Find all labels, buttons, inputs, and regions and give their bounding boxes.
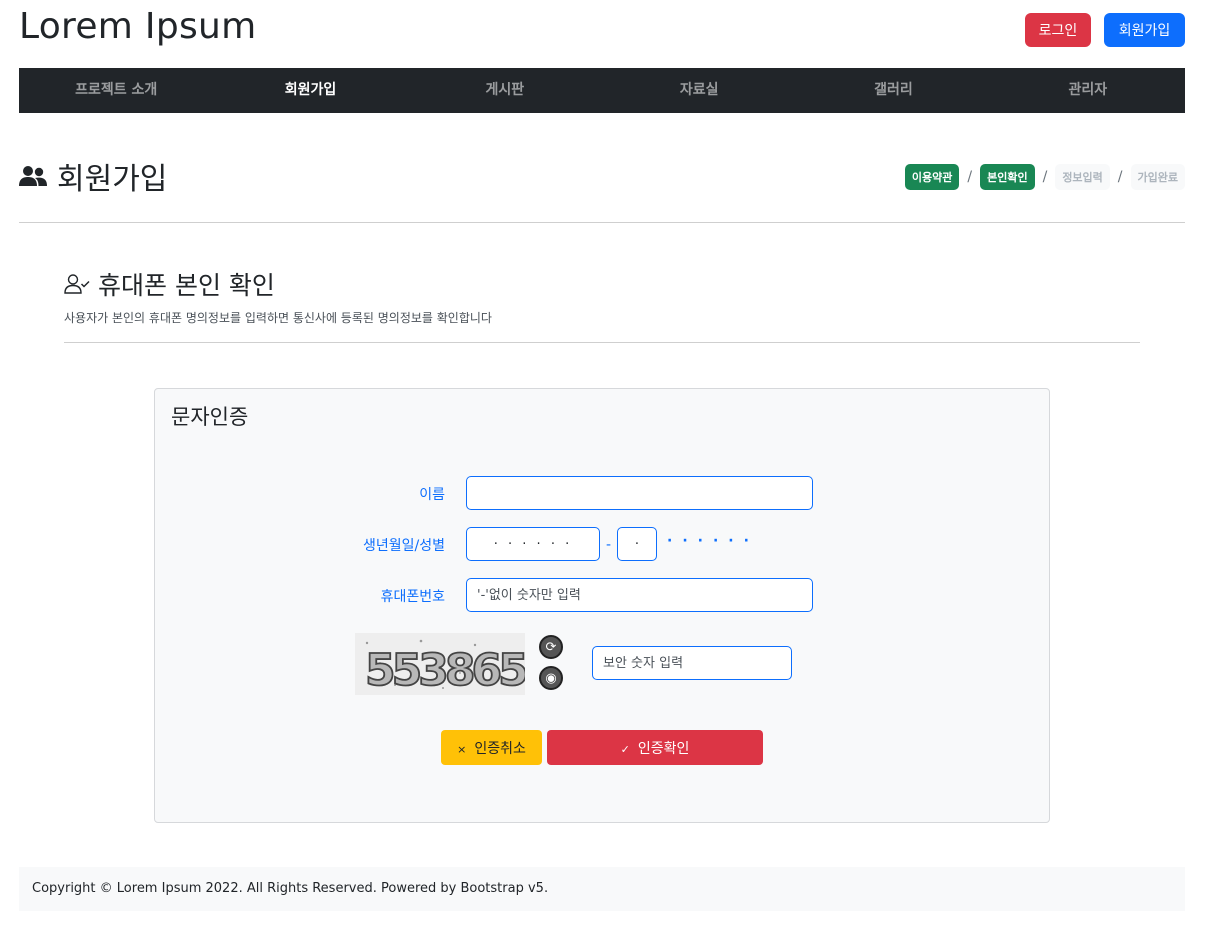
nav-item-archive[interactable]: 자료실	[602, 68, 796, 113]
page-title: 회원가입	[19, 156, 168, 197]
nav-item-gallery[interactable]: 갤러리	[796, 68, 990, 113]
step-separator: /	[1117, 169, 1123, 185]
masked-rest: ······	[667, 533, 759, 549]
header: Lorem Ipsum 로그인 회원가입	[19, 0, 1185, 60]
phone-label: 휴대폰번호	[380, 589, 445, 605]
step-complete: 가입완료	[1130, 164, 1185, 190]
brand-logo[interactable]: Lorem Ipsum	[19, 6, 257, 47]
phone-input[interactable]	[466, 578, 813, 612]
nav-item-project-intro[interactable]: 프로젝트 소개	[19, 68, 213, 113]
signup-steps: 이용약관 / 본인확인 / 정보입력 / 가입완료	[904, 164, 1185, 190]
nav-item-admin[interactable]: 관리자	[991, 68, 1185, 113]
step-info: 정보입력	[1055, 164, 1110, 190]
cancel-label: 인증취소	[474, 740, 526, 757]
section-title-text: 휴대폰 본인 확인	[98, 271, 275, 300]
nav-item-board[interactable]: 게시판	[408, 68, 602, 113]
close-icon: ×	[457, 742, 467, 756]
name-input[interactable]	[466, 476, 813, 510]
main-navbar: 프로젝트 소개 회원가입 게시판 자료실 갤러리 관리자	[19, 68, 1185, 113]
section-title: 휴대폰 본인 확인	[64, 266, 275, 302]
confirm-verification-button[interactable]: ✓ 인증확인	[547, 730, 763, 765]
users-icon	[19, 166, 47, 186]
section-description: 사용자가 본인의 휴대폰 명의정보를 입력하면 통신사에 등록된 명의정보를 확…	[64, 311, 492, 325]
birth-date-input[interactable]	[466, 527, 600, 561]
signup-button[interactable]: 회원가입	[1104, 13, 1185, 47]
page-title-text: 회원가입	[57, 162, 168, 197]
name-label: 이름	[419, 487, 445, 503]
sms-verification-panel: 문자인증 이름 생년월일/성별 - ······ 휴대폰번호 553865 ⟳ …	[154, 388, 1050, 823]
panel-title: 문자인증	[171, 405, 249, 429]
captcha-input[interactable]	[592, 646, 792, 680]
step-terms: 이용약관	[904, 164, 960, 190]
step-identity: 본인확인	[980, 164, 1035, 190]
check-icon: ✓	[620, 742, 630, 756]
birth-gender-label: 생년월일/성별	[363, 538, 445, 554]
user-check-icon	[64, 274, 90, 294]
gender-input[interactable]	[617, 527, 657, 561]
captcha-image: 553865	[355, 633, 525, 695]
audio-captcha-icon[interactable]: ◉	[539, 666, 563, 690]
divider	[19, 222, 1185, 223]
divider	[64, 342, 1140, 343]
nav-item-signup[interactable]: 회원가입	[213, 68, 407, 113]
confirm-label: 인증확인	[637, 740, 690, 757]
copyright-text: Copyright © Lorem Ipsum 2022. All Rights…	[32, 881, 549, 896]
captcha-text: 553865	[365, 645, 525, 695]
step-separator: /	[967, 169, 973, 185]
step-separator: /	[1042, 169, 1048, 185]
birth-dash: -	[606, 537, 612, 553]
cancel-verification-button[interactable]: × 인증취소	[441, 730, 542, 765]
footer: Copyright © Lorem Ipsum 2022. All Rights…	[19, 867, 1185, 911]
refresh-captcha-icon[interactable]: ⟳	[539, 635, 563, 659]
login-button[interactable]: 로그인	[1025, 13, 1091, 47]
